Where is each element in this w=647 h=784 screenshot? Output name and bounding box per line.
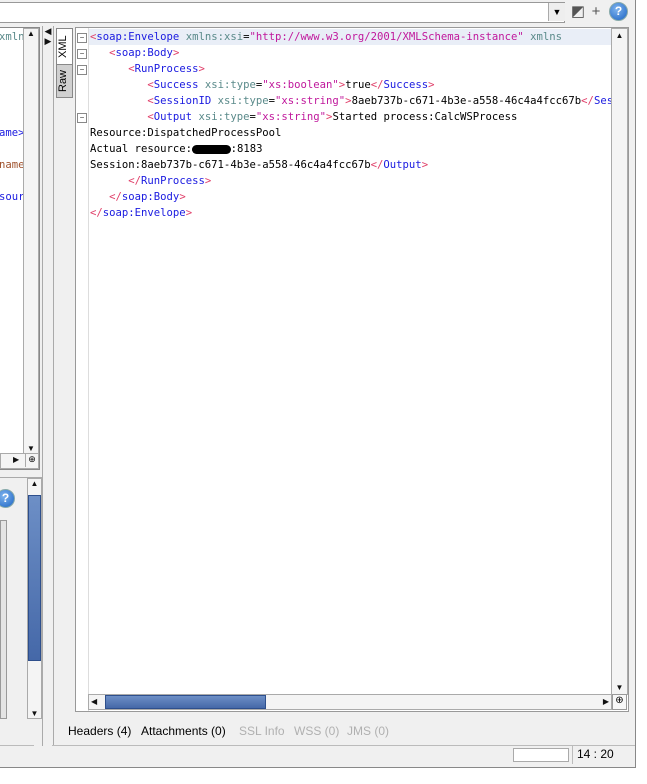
code-token: Started process:CalcWSProcess [332,111,518,123]
fold-toggle-icon[interactable]: − [77,33,87,43]
zoom-icon[interactable]: ⊕ [25,454,38,467]
code-token: xsi:type [198,79,256,91]
code-token: > [179,191,186,203]
code-line: </RunProcess> [90,173,211,189]
code-token: Output [153,111,193,123]
request-horizontal-scrollbar[interactable]: ▶ ⊕ [0,453,39,469]
code-token: soap:Envelope [96,31,180,43]
tab-xml[interactable]: XML [56,28,73,66]
code-token: 8aeb737b-c671-4b3e-a558-46c4a4fcc67b [351,95,582,107]
request-fragment: ame> [0,127,25,139]
scroll-thumb[interactable] [105,695,266,709]
endpoint-combo[interactable] [0,2,565,23]
code-line: </soap:Body> [90,189,186,205]
code-token: > [185,207,193,219]
code-token: </ [370,159,384,171]
code-token: > [198,63,205,75]
code-token: Success [153,79,199,91]
fold-toggle-icon[interactable]: − [77,65,87,75]
code-line: <RunProcess> [90,61,205,77]
code-token: xmlns [523,31,563,43]
code-line: Resource:DispatchedProcessPool [90,125,281,141]
xml-content[interactable]: <soap:Envelope xmlns:xsi="http://www.w3.… [90,29,612,694]
code-token: "http://www.w3.org/2001/XMLSchema-instan… [249,31,524,43]
code-token: xsi:type [192,111,250,123]
code-line: <soap:Body> [90,45,179,61]
code-token: </ [128,175,142,187]
code-token: xmlns:xsi [179,31,244,43]
code-token: RunProcess [134,63,199,75]
code-token: > [204,175,212,187]
code-token: </ [581,95,594,107]
code-line: <SessionID xsi:type="xs:string">8aeb737b… [90,93,612,109]
chevron-down-icon[interactable]: ▼ [548,3,565,21]
code-token: :8183 [230,143,263,155]
code-token: xsi:type [211,95,269,107]
splitter[interactable]: ◀ ▶ [42,26,54,746]
tab-attachments[interactable]: Attachments (0) [141,724,226,738]
tab-wss[interactable]: WSS (0) [294,724,339,738]
fold-toggle-icon[interactable]: − [77,49,87,59]
code-line: </soap:Envelope> [90,205,192,221]
code-token: true [345,79,371,91]
plus-icon[interactable]: + [587,3,605,21]
collapse-arrows-icon[interactable]: ◀ ▶ [43,26,53,46]
redacted-text: ●●●●●●●● [192,145,231,154]
code-token: Session:8aeb737b-c671-4b3e-a558-46c4a4fc… [90,159,371,171]
tab-raw[interactable]: Raw [56,64,73,98]
response-editor[interactable]: − − − − <soap:Envelope xmlns:xsi="http://ww… [75,27,629,712]
code-line: Actual resource:●●●●●●●●:8183 [90,141,262,157]
tab-ssl[interactable]: SSL Info [239,724,285,738]
response-vertical-scrollbar[interactable]: ▲ ▼ [611,28,628,695]
tab-jms[interactable]: JMS (0) [347,724,389,738]
code-token: Success [383,79,429,91]
zoom-icon[interactable]: ⊕ [612,694,627,710]
code-line: <Success xsi:type="xs:boolean">true</Suc… [90,77,435,93]
fold-toggle-icon[interactable]: − [77,113,87,123]
code-token: </ [90,207,103,219]
code-token: SessionID [153,95,212,107]
code-token: soap:Body [115,47,173,59]
code-token: > [172,47,180,59]
help-icon[interactable]: ? [609,2,628,21]
divider [52,745,635,746]
request-vertical-scrollbar[interactable]: ▲ ▼ [23,28,39,454]
code-token: soap:Envelope [102,207,186,219]
request-fragment: sour [0,191,25,203]
code-token: "xs:string" [255,111,327,123]
code-token: "xs:boolean" [262,79,339,91]
code-token: "xs:string" [275,95,346,107]
tab-headers[interactable]: Headers (4) [68,724,131,738]
properties-table[interactable] [0,520,7,719]
code-line: <Output xsi:type="xs:string">Started pro… [90,109,517,125]
format-icon[interactable]: ◩ [569,3,587,21]
code-token: </ [109,191,122,203]
code-token: Output [383,159,422,171]
code-token: </ [370,79,384,91]
code-token: SessionID [593,95,612,107]
code-token: soap:Body [121,191,180,203]
code-token: RunProcess [141,175,205,187]
request-fragment: name [0,159,25,171]
code-token: Actual resource: [90,143,193,155]
properties-vertical-scrollbar[interactable]: ▲ ▼ [27,478,42,719]
caret-position: 14 : 20 [577,747,614,761]
code-line: Session:8aeb737b-c671-4b3e-a558-46c4a4fc… [90,157,428,173]
code-line: <soap:Envelope xmlns:xsi="http://www.w3.… [90,29,562,45]
code-token: > [421,159,429,171]
scroll-thumb[interactable] [28,495,41,661]
response-horizontal-scrollbar[interactable]: ◀ ▶ [88,694,612,710]
divider [0,745,34,746]
status-progress [513,748,569,762]
code-token: Resource:DispatchedProcessPool [90,127,282,139]
code-token: > [428,79,435,91]
